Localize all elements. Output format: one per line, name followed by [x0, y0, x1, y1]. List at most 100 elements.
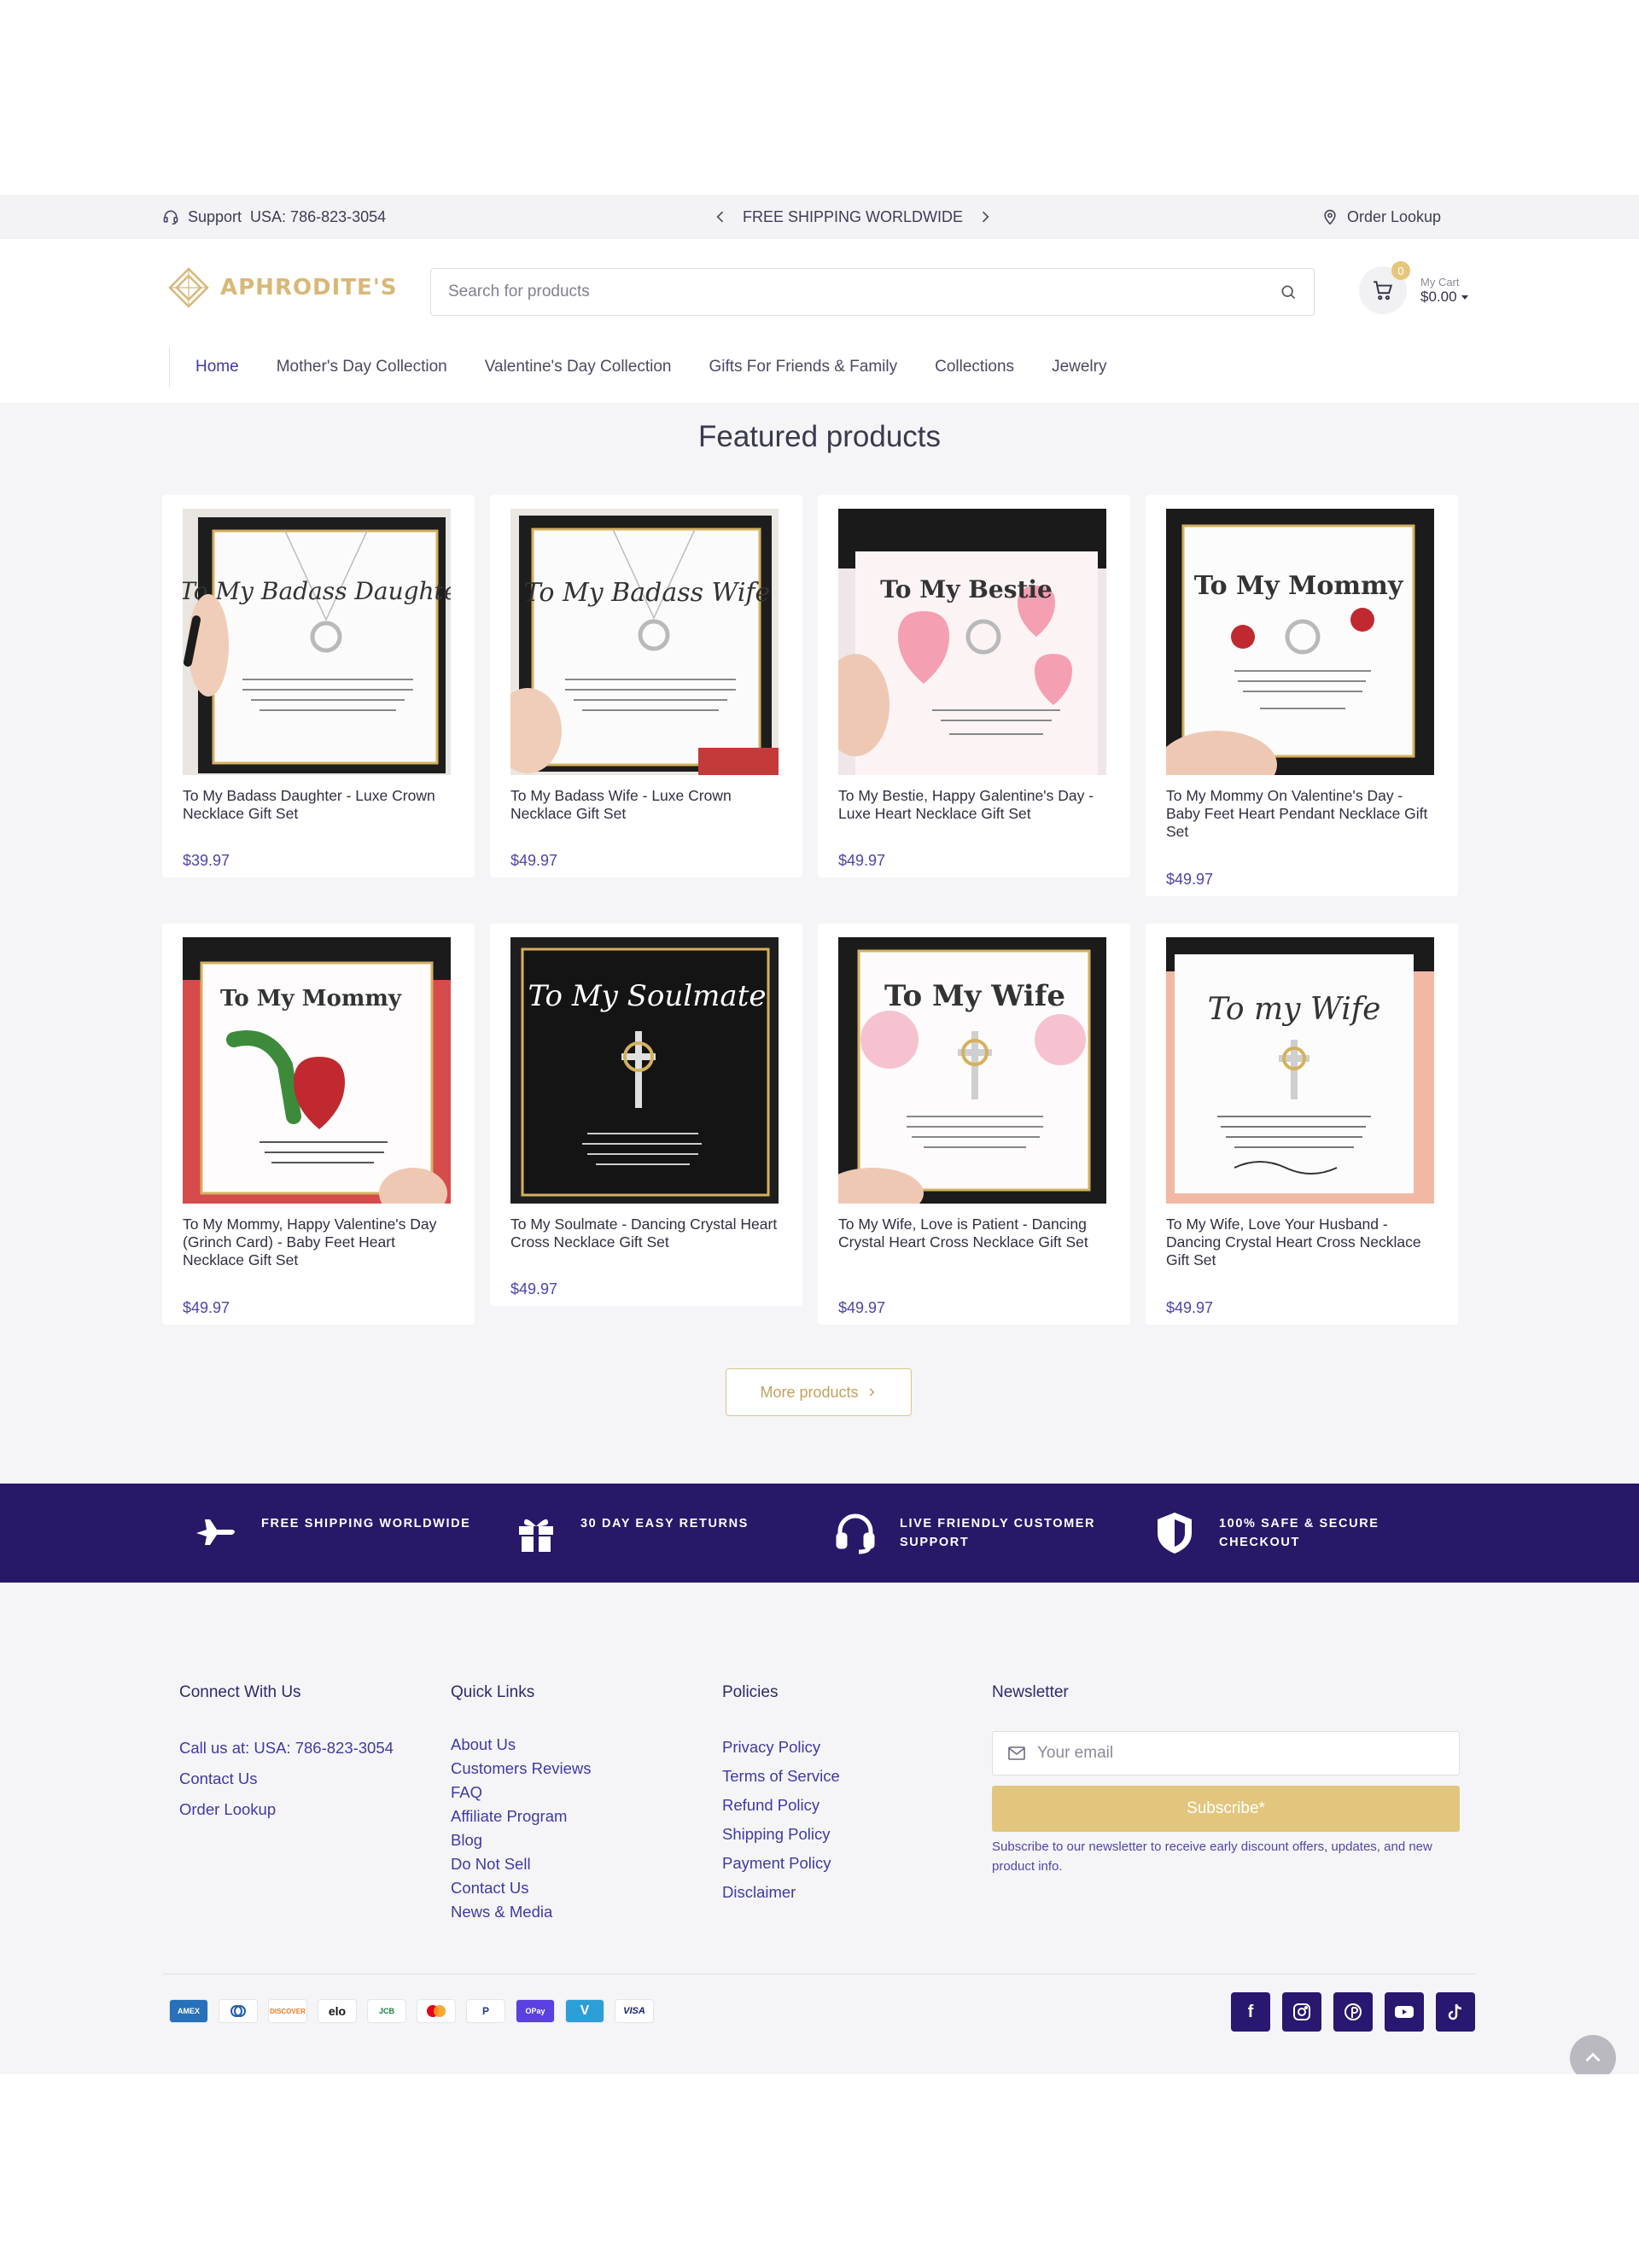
product-title[interactable]: To My Badass Daughter - Luxe Crown Neckl… [183, 787, 456, 823]
airplane-icon [196, 1519, 235, 1545]
product-card[interactable]: To My Badass Daughter To My Badass Daugh… [162, 495, 475, 877]
product-card[interactable]: To My Soulmate To My Soulmate - Dancing … [490, 924, 802, 1306]
chevron-right-icon[interactable] [977, 208, 994, 225]
image-caption: To my Wife [1208, 992, 1381, 1027]
support-link[interactable]: Support USA: 786-823-3054 [162, 195, 386, 239]
product-title[interactable]: To My Badass Wife - Luxe Crown Necklace … [510, 787, 784, 823]
headset-icon [163, 210, 178, 225]
product-card[interactable]: To My Bestie To My Bestie, Happy Galenti… [818, 495, 1130, 877]
support-bar: Support USA: 786-823-3054 FREE SHIPPING … [0, 195, 1639, 239]
tiktok-icon[interactable] [1436, 1992, 1475, 2032]
payment-methods: AMEX DISCOVER elo JCB P OPay V VISA [169, 1999, 654, 2023]
nav-home[interactable]: Home [177, 358, 258, 376]
footer-link[interactable]: Blog [451, 1828, 592, 1852]
footer-link[interactable]: Contact Us [451, 1876, 592, 1900]
product-card[interactable]: To My Mommy To My Mommy On Valentine's D… [1146, 495, 1458, 896]
cart-summary[interactable]: My Cart $0.00 [1420, 276, 1469, 306]
instagram-icon[interactable] [1282, 1992, 1321, 2032]
footer-link[interactable]: Terms of Service [722, 1762, 840, 1791]
pinterest-icon[interactable] [1333, 1992, 1373, 2032]
site-footer: Connect With Us Call us at: USA: 786-823… [0, 1583, 1639, 2081]
product-price: $49.97 [838, 852, 886, 869]
footer-link[interactable]: Refund Policy [722, 1791, 840, 1820]
newsletter-note: Subscribe to our newsletter to receive e… [992, 1839, 1432, 1874]
elo-icon: elo [318, 1999, 357, 2023]
more-products-label: More products [760, 1383, 859, 1401]
subscribe-button[interactable]: Subscribe* [992, 1786, 1460, 1832]
product-title[interactable]: To My Mommy, Happy Valentine's Day (Grin… [183, 1216, 456, 1269]
product-image[interactable]: To My Soulmate [510, 937, 779, 1204]
footer-link[interactable]: FAQ [451, 1781, 592, 1804]
product-card[interactable]: To My Mommy To My Mommy, Happy Valentine… [162, 924, 475, 1325]
footer-link[interactable]: Do Not Sell [451, 1852, 592, 1876]
logo-mark-icon [168, 267, 209, 308]
product-card[interactable]: To My Wife To My Wife, Love is Patient -… [818, 924, 1130, 1325]
product-image[interactable]: To My Mommy [183, 937, 451, 1204]
product-price: $49.97 [183, 1299, 230, 1316]
search-icon[interactable] [1280, 283, 1297, 300]
product-image[interactable]: To My Badass Wife [510, 509, 779, 775]
diners-mark [230, 2005, 246, 2017]
social-links: f [1231, 1992, 1475, 2032]
chevron-left-icon[interactable] [712, 208, 729, 225]
footer-link[interactable]: Shipping Policy [722, 1820, 840, 1849]
opay-icon: OPay [516, 1999, 555, 2023]
footer-link[interactable]: Privacy Policy [722, 1733, 840, 1762]
product-title[interactable]: To My Bestie, Happy Galentine's Day - Lu… [838, 787, 1111, 823]
nav-jewelry[interactable]: Jewelry [1033, 358, 1125, 376]
cart-count-badge: 0 [1391, 261, 1410, 280]
feature-returns: 30 DAY EASY RETURNS [512, 1509, 749, 1557]
product-image[interactable]: To My Wife [838, 937, 1106, 1204]
product-image[interactable]: To my Wife [1166, 937, 1434, 1204]
image-caption: To My Mommy [1194, 571, 1404, 601]
headset-icon [836, 1513, 875, 1554]
footer-link[interactable]: Affiliate Program [451, 1804, 592, 1828]
feature-secure: 100% SAFE & SECURE CHECKOUT [1151, 1509, 1379, 1557]
product-card[interactable]: To my Wife To My Wife, Love Your Husband… [1146, 924, 1458, 1325]
product-title[interactable]: To My Wife, Love Your Husband - Dancing … [1166, 1216, 1439, 1269]
cart-button[interactable]: 0 [1359, 261, 1410, 314]
bottom-blank-area [0, 2074, 1639, 2268]
nav-gifts-friends-family[interactable]: Gifts For Friends & Family [690, 358, 916, 376]
facebook-icon[interactable]: f [1231, 1992, 1270, 2032]
product-title[interactable]: To My Wife, Love is Patient - Dancing Cr… [838, 1216, 1111, 1251]
nav-mothers-day[interactable]: Mother's Day Collection [258, 358, 466, 376]
footer-link[interactable]: Customers Reviews [451, 1757, 592, 1781]
newsletter-email-input[interactable] [1037, 1744, 1444, 1763]
footer-link-contact[interactable]: Contact Us [179, 1764, 394, 1794]
nav-collections[interactable]: Collections [916, 358, 1033, 376]
feature-support: LIVE FRIENDLY CUSTOMER SUPPORT [831, 1509, 1095, 1557]
product-card[interactable]: To My Badass Wife To My Badass Wife - Lu… [490, 495, 802, 877]
youtube-icon[interactable] [1385, 1992, 1424, 2032]
footer-link-order-lookup[interactable]: Order Lookup [179, 1794, 394, 1825]
product-title[interactable]: To My Mommy On Valentine's Day - Baby Fe… [1166, 787, 1439, 841]
footer-link[interactable]: About Us [451, 1733, 592, 1757]
image-caption: To My Soulmate [528, 979, 767, 1013]
image-caption: To My Badass Wife [524, 578, 771, 608]
footer-heading: Connect With Us [179, 1683, 301, 1701]
gift-icon [519, 1519, 553, 1552]
footer-link[interactable]: News & Media [451, 1900, 592, 1924]
feature-text: 30 DAY EASY RETURNS [580, 1517, 749, 1530]
featured-title: Featured products [697, 420, 942, 453]
more-products-button[interactable]: More products [726, 1368, 912, 1416]
footer-newsletter: Newsletter [992, 1683, 1069, 1733]
footer-link[interactable]: Disclaimer [722, 1878, 840, 1907]
order-lookup-link[interactable]: Order Lookup [1321, 195, 1441, 239]
product-title[interactable]: To My Soulmate - Dancing Crystal Heart C… [510, 1216, 784, 1251]
visa-icon: VISA [615, 1999, 654, 2023]
search-input[interactable] [448, 283, 1280, 301]
nav-valentines-day[interactable]: Valentine's Day Collection [466, 358, 691, 376]
product-price: $49.97 [510, 852, 558, 869]
product-image[interactable]: To My Bestie [838, 509, 1106, 775]
product-image[interactable]: To My Mommy [1166, 509, 1434, 775]
cart[interactable]: 0 My Cart $0.00 [1359, 261, 1469, 314]
features-bar: FREE SHIPPING WORLDWIDE 30 DAY EASY RETU… [0, 1484, 1639, 1583]
logo[interactable]: APHRODITE'S [167, 266, 398, 309]
paypal-icon: P [466, 1999, 505, 2023]
footer-link-call[interactable]: Call us at: USA: 786-823-3054 [179, 1733, 394, 1764]
product-image[interactable]: To My Badass Daughter [183, 509, 451, 775]
footer-heading: Quick Links [451, 1683, 535, 1701]
chevron-right-icon [869, 1388, 874, 1396]
footer-link[interactable]: Payment Policy [722, 1849, 840, 1878]
